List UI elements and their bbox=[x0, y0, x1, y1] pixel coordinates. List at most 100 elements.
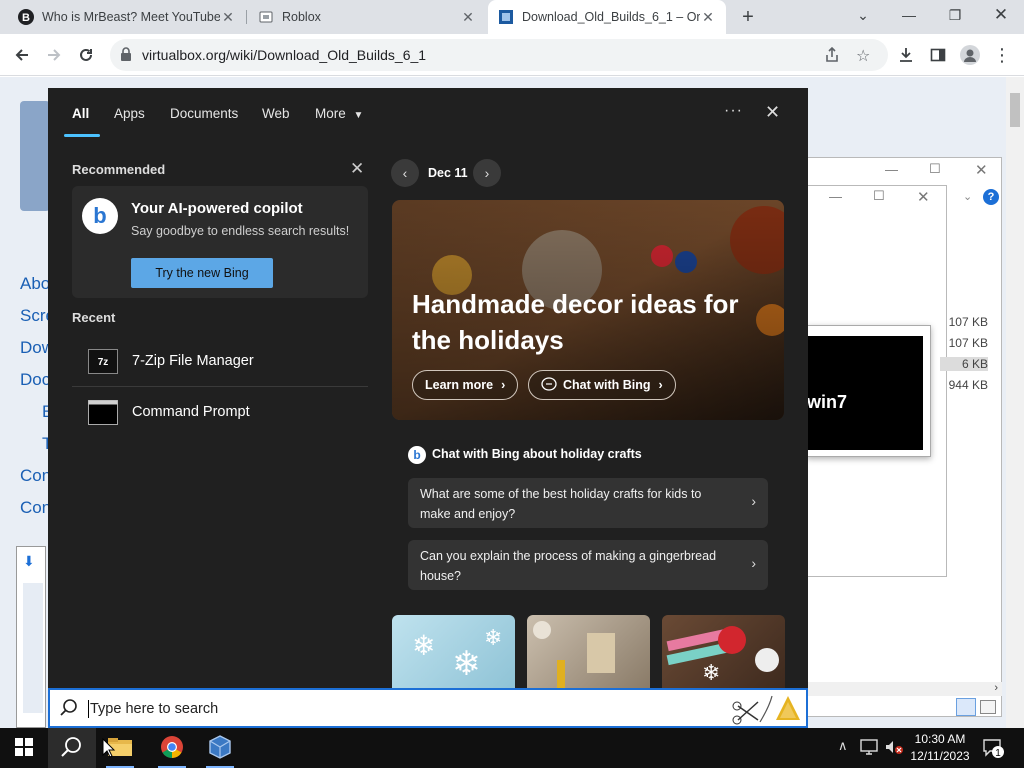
new-tab-button[interactable]: + bbox=[737, 6, 759, 28]
chevron-down-icon[interactable]: ⌄ bbox=[963, 190, 972, 203]
restore-window-button[interactable]: ❐ bbox=[932, 0, 978, 30]
close-panel-icon[interactable]: ✕ bbox=[765, 102, 780, 123]
file-size: 107 KB bbox=[948, 315, 988, 329]
show-hidden-icons-chevron-icon[interactable]: ∧ bbox=[838, 738, 848, 754]
horizontal-scrollbar[interactable]: › bbox=[806, 682, 1002, 696]
holiday-search-art-icon bbox=[730, 692, 804, 729]
recent-item-label: Command Prompt bbox=[132, 404, 250, 420]
close-icon[interactable]: ✕ bbox=[975, 161, 988, 179]
virtualbox-cube-icon bbox=[209, 734, 231, 762]
chat-with-bing-label: Chat with Bing bbox=[563, 378, 651, 392]
profile-avatar-icon[interactable] bbox=[956, 41, 984, 69]
close-icon[interactable]: ✕ bbox=[917, 188, 930, 206]
large-icons-view-icon[interactable] bbox=[980, 700, 996, 714]
lock-icon bbox=[120, 47, 132, 64]
virtualbox-icon bbox=[498, 9, 514, 25]
chat-with-bing-button[interactable]: Chat with Bing › bbox=[528, 370, 676, 400]
file-explorer-taskbar-button[interactable] bbox=[96, 728, 144, 768]
dismiss-recommended-icon[interactable]: ✕ bbox=[350, 159, 364, 179]
copilot-title: Your AI-powered copilot bbox=[131, 200, 303, 217]
virtualbox-taskbar-button[interactable] bbox=[196, 728, 244, 768]
page-scrollbar[interactable] bbox=[1006, 77, 1024, 728]
minimize-icon[interactable]: — bbox=[829, 189, 842, 204]
scrollbar-thumb[interactable] bbox=[1010, 93, 1020, 127]
virtualbox-logo bbox=[20, 101, 50, 211]
svg-text:❄: ❄ bbox=[702, 660, 720, 685]
system-clock[interactable]: 10:30 AM 12/11/2023 bbox=[908, 731, 972, 765]
minimize-window-button[interactable]: — bbox=[886, 0, 932, 30]
snowflake-craft-image[interactable]: ❄ ❄ ❄ bbox=[392, 615, 515, 688]
previous-day-button[interactable]: ‹ bbox=[391, 159, 419, 187]
details-view-icon[interactable] bbox=[956, 698, 976, 716]
close-window-button[interactable]: ✕ bbox=[978, 0, 1024, 30]
tab-apps[interactable]: Apps bbox=[114, 106, 145, 121]
tab-title: Roblox bbox=[282, 10, 321, 24]
back-arrow-icon[interactable] bbox=[8, 41, 36, 69]
browser-tab-virtualbox[interactable]: Download_Old_Builds_6_1 – Ora ✕ bbox=[488, 0, 726, 34]
caret-down-icon: ▼ bbox=[353, 110, 364, 121]
bing-logo-icon: b bbox=[82, 198, 118, 234]
close-tab-icon[interactable]: ✕ bbox=[700, 9, 716, 25]
tab-search-chevron-icon[interactable]: ⌄ bbox=[840, 0, 886, 30]
suggested-question[interactable]: What are some of the best holiday crafts… bbox=[408, 478, 768, 528]
maximize-icon[interactable]: ☐ bbox=[929, 161, 941, 177]
download-arrow-icon: ⬇ bbox=[23, 553, 35, 569]
learn-more-button[interactable]: Learn more › bbox=[412, 370, 519, 400]
help-icon[interactable]: ? bbox=[983, 189, 999, 205]
tab-web[interactable]: Web bbox=[262, 106, 290, 121]
nav-link[interactable]: Con bbox=[20, 466, 51, 486]
gift-wrap-craft-image[interactable] bbox=[527, 615, 650, 688]
taskbar-search-box[interactable] bbox=[48, 688, 808, 728]
start-button[interactable] bbox=[0, 728, 48, 768]
clock-time: 10:30 AM bbox=[914, 732, 966, 746]
more-options-icon[interactable]: ··· bbox=[724, 102, 743, 120]
vm-preview-window[interactable]: win7 bbox=[806, 325, 931, 457]
chevron-right-icon: › bbox=[751, 493, 756, 509]
windows-taskbar: ∧ 10:30 AM 12/11/2023 1 bbox=[0, 728, 1024, 768]
scroll-right-icon[interactable]: › bbox=[994, 682, 998, 694]
kebab-menu-icon[interactable]: ⋮ bbox=[988, 41, 1016, 69]
close-tab-icon[interactable]: ✕ bbox=[460, 9, 476, 25]
tab-all[interactable]: All bbox=[72, 106, 89, 121]
side-panel-icon[interactable] bbox=[924, 41, 952, 69]
download-icon[interactable] bbox=[892, 41, 920, 69]
minimize-icon[interactable]: — bbox=[885, 162, 898, 177]
hero-title: Handmade decor ideas for the holidays bbox=[412, 289, 739, 355]
copilot-card[interactable]: b Your AI-powered copilot Say goodbye to… bbox=[72, 186, 368, 298]
svg-text:❄: ❄ bbox=[452, 645, 481, 683]
share-icon[interactable] bbox=[824, 46, 840, 66]
forward-arrow-icon[interactable] bbox=[40, 41, 68, 69]
suggested-question[interactable]: Can you explain the process of making a … bbox=[408, 540, 768, 590]
notification-center-icon[interactable]: 1 bbox=[982, 737, 1004, 759]
tab-title: Who is MrBeast? Meet YouTube bbox=[42, 10, 220, 24]
question-text: What are some of the best holiday crafts… bbox=[420, 487, 702, 521]
browser-tab-mrbeast[interactable]: B Who is MrBeast? Meet YouTube ✕ bbox=[8, 0, 246, 34]
recent-item-7zip[interactable]: 7z 7-Zip File Manager bbox=[72, 337, 368, 385]
tab-more[interactable]: More ▼ bbox=[315, 106, 363, 121]
maximize-icon[interactable]: ☐ bbox=[873, 188, 885, 204]
close-tab-icon[interactable]: ✕ bbox=[220, 9, 236, 25]
bookmark-star-icon[interactable]: ☆ bbox=[856, 46, 870, 66]
recent-item-command-prompt[interactable]: Command Prompt bbox=[72, 388, 368, 436]
nav-link[interactable]: Abo bbox=[20, 274, 50, 294]
address-bar[interactable]: virtualbox.org/wiki/Download_Old_Builds_… bbox=[110, 39, 888, 71]
try-new-bing-button[interactable]: Try the new Bing bbox=[131, 258, 273, 288]
taskbar-window-preview[interactable]: ⬇ bbox=[16, 546, 46, 728]
windows-logo-icon bbox=[15, 737, 33, 759]
date-label: Dec 11 bbox=[428, 166, 468, 180]
next-day-button[interactable]: › bbox=[473, 159, 501, 187]
vm-label: win7 bbox=[807, 392, 848, 412]
volume-muted-icon[interactable] bbox=[884, 739, 904, 758]
popsicle-craft-image[interactable]: ❄ bbox=[662, 615, 785, 688]
reload-icon[interactable] bbox=[72, 41, 100, 69]
roblox-icon bbox=[258, 9, 274, 25]
browser-tab-roblox[interactable]: Roblox ✕ bbox=[248, 0, 486, 34]
nav-link[interactable]: Doc bbox=[20, 370, 50, 390]
holiday-hero-card[interactable]: Handmade decor ideas for the holidays Le… bbox=[392, 200, 784, 420]
search-input[interactable] bbox=[90, 698, 690, 720]
network-icon[interactable] bbox=[860, 739, 878, 758]
tab-documents[interactable]: Documents bbox=[170, 106, 238, 121]
chrome-taskbar-button[interactable] bbox=[148, 728, 196, 768]
search-taskbar-button[interactable] bbox=[48, 728, 96, 768]
nav-link[interactable]: Con bbox=[20, 498, 51, 518]
